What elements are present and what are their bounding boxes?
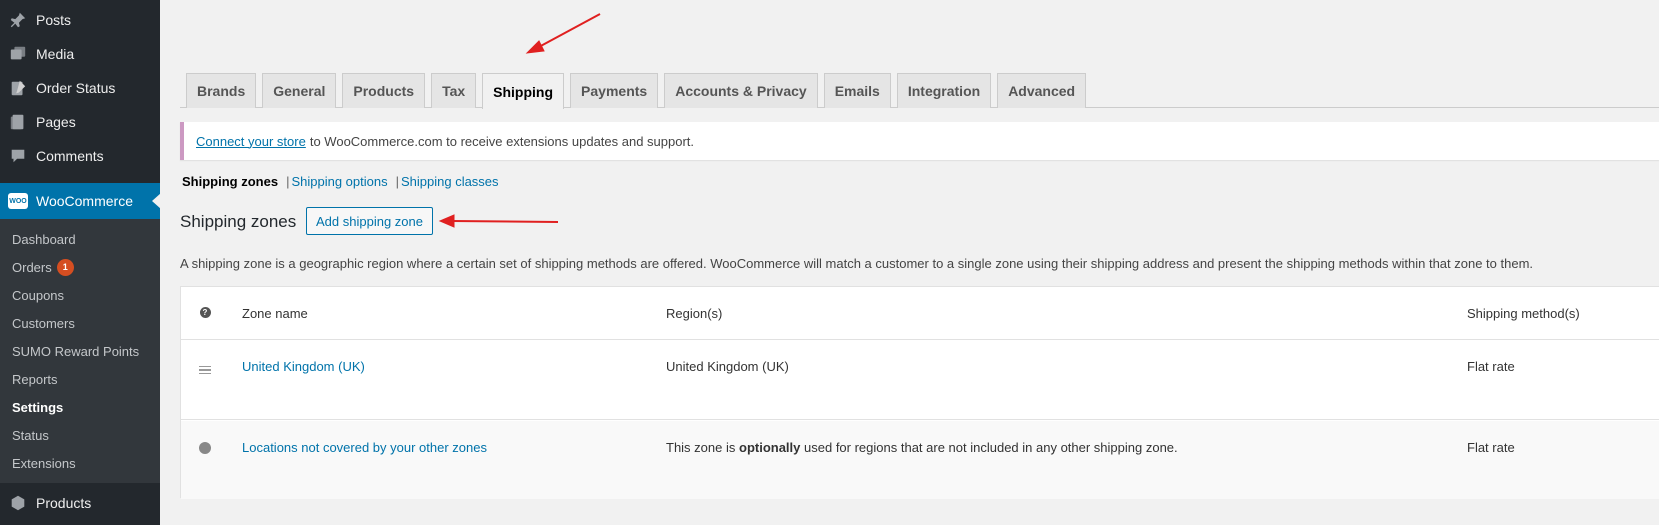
main-content: Brands General Products Tax Shipping Pay… [160,0,1659,525]
globe-cell [199,442,211,454]
page-title: Shipping zones [180,212,297,231]
tab-tax[interactable]: Tax [431,73,477,108]
subnav-shipping-options[interactable]: Shipping options [291,174,387,189]
header-shipping-methods: Shipping method(s) [1467,306,1580,321]
tab-products[interactable]: Products [342,73,426,108]
sidebar-item-label: Posts [36,12,72,28]
sidebar-item-posts[interactable]: Posts [0,3,160,37]
zone-name-link[interactable]: United Kingdom (UK) [242,359,365,374]
subnav-separator: | [286,174,290,189]
sidebar-item-label: Media [36,46,75,62]
woocommerce-logo-icon: WOO [8,193,28,209]
sidebar-item-label: WooCommerce [36,193,133,209]
connect-store-notice: Connect your store to WooCommerce.com to… [180,122,1659,160]
tab-general[interactable]: General [262,73,337,108]
sidebar-item-label: Pages [36,114,76,130]
pages-icon [8,112,28,132]
region-bold: optionally [739,440,801,455]
order-status-icon [8,78,28,98]
sidebar-item-comments[interactable]: Comments [0,139,160,173]
subnav-separator: | [395,174,399,189]
submenu-label: Settings [12,399,64,415]
header-regions: Region(s) [666,306,723,321]
submenu-label: Status [12,427,49,443]
help-cell: ? [199,306,211,318]
submenu-item-reports[interactable]: Reports [0,365,160,393]
zones-description: A shipping zone is a geographic region w… [180,256,1534,271]
sidebar-item-label: Comments [36,148,104,164]
orders-count-badge: 1 [56,258,74,276]
zone-region: This zone is optionally used for regions… [666,440,1178,455]
tab-advanced[interactable]: Advanced [997,73,1087,108]
sidebar-item-woocommerce[interactable]: WOO WooCommerce [0,183,161,219]
sidebar-item-pages[interactable]: Pages [0,105,160,139]
comments-icon [8,146,28,166]
header-zone-name: Zone name [242,306,308,321]
zone-name-link[interactable]: Locations not covered by your other zone… [242,440,487,455]
shipping-subnav: Shipping zones | Shipping options | Ship… [182,174,499,189]
zone-region: United Kingdom (UK) [666,359,789,374]
media-icon [8,44,28,64]
submenu-item-sumo-reward-points[interactable]: SUMO Reward Points [0,337,160,365]
globe-icon [199,442,211,454]
drag-handle-cell [199,364,211,376]
sidebar-item-label: Order Status [36,80,116,96]
region-prefix: This zone is [666,440,736,455]
sidebar-item-media[interactable]: Media [0,37,160,71]
settings-tabs: Brands General Products Tax Shipping Pay… [186,73,1092,109]
region-suffix: used for regions that are not included i… [804,440,1178,455]
submenu-label: Orders [12,259,52,275]
zone-method: Flat rate [1467,440,1515,455]
table-row: United Kingdom (UK) United Kingdom (UK) … [181,340,1659,420]
pin-icon [8,10,28,30]
sidebar-item-order-status[interactable]: Order Status [0,71,160,105]
submenu-item-orders[interactable]: Orders 1 [0,253,160,281]
sidebar-top-menu: Posts Media Order Status Pages Comments [0,3,160,173]
sidebar-item-products[interactable]: Products [0,486,160,520]
submenu-label: Extensions [12,455,76,471]
admin-sidebar: Posts Media Order Status Pages Comments … [0,0,161,525]
subnav-shipping-zones[interactable]: Shipping zones [182,174,278,189]
help-icon[interactable]: ? [199,306,211,318]
subnav-shipping-classes[interactable]: Shipping classes [401,174,499,189]
drag-handle-icon[interactable] [199,365,211,375]
submenu-label: Dashboard [12,231,76,247]
tab-accounts-privacy[interactable]: Accounts & Privacy [664,73,818,108]
tab-payments[interactable]: Payments [570,73,659,108]
notice-text: to WooCommerce.com to receive extensions… [309,133,695,149]
add-shipping-zone-button[interactable]: Add shipping zone [306,207,433,235]
connect-store-link[interactable]: Connect your store [196,134,306,149]
submenu-item-status[interactable]: Status [0,421,160,449]
tab-integration[interactable]: Integration [896,73,992,108]
submenu-item-dashboard[interactable]: Dashboard [0,225,160,253]
submenu-label: Reports [12,371,58,387]
submenu-label: Coupons [12,287,65,303]
submenu-item-customers[interactable]: Customers [0,309,160,337]
woocommerce-submenu: Dashboard Orders 1 Coupons Customers SUMO… [0,219,160,483]
submenu-label: Customers [12,315,75,331]
submenu-item-extensions[interactable]: Extensions [0,449,160,477]
tab-shipping[interactable]: Shipping [482,73,565,109]
table-header-row: ? Zone name Region(s) Shipping method(s) [181,287,1659,340]
shipping-zones-table: ? Zone name Region(s) Shipping method(s)… [180,286,1659,499]
table-row: Locations not covered by your other zone… [181,421,1659,499]
submenu-label: SUMO Reward Points [12,343,140,359]
tab-emails[interactable]: Emails [823,73,891,108]
submenu-item-coupons[interactable]: Coupons [0,281,160,309]
box-icon [8,493,28,513]
tab-brands[interactable]: Brands [186,73,257,108]
sidebar-item-label: Products [36,495,92,511]
zone-method: Flat rate [1467,359,1515,374]
submenu-item-settings[interactable]: Settings [0,393,160,421]
